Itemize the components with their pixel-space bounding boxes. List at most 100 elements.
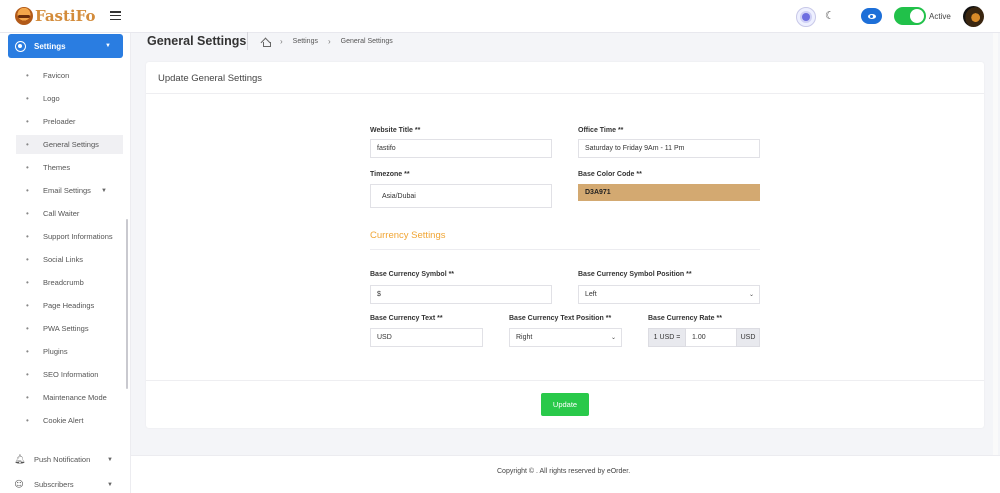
currency-symbol-position-select[interactable]: Left ⌄ (578, 285, 760, 304)
chevron-down-icon: ⌄ (610, 335, 616, 341)
website-title-label: Website Title ** (370, 127, 421, 134)
timezone-select[interactable]: Asia/Dubai (370, 184, 552, 208)
sidebar-item-page-headings[interactable]: • Page Headings (16, 296, 123, 315)
currency-rate-label: Base Currency Rate ** (648, 315, 722, 322)
status-label: Active (929, 12, 951, 21)
sidebar-item-label: Favicon (43, 71, 70, 80)
sidebar-item-label: Call Waiter (43, 209, 80, 218)
settings-card: Update General Settings Website Title **… (146, 62, 984, 428)
sidebar-item-label: Push Notification (34, 455, 91, 464)
currency-text-label: Base Currency Text ** (370, 315, 443, 322)
gear-icon (15, 40, 26, 52)
sidebar-scrollbar[interactable] (126, 219, 128, 389)
card-header: Update General Settings (146, 62, 984, 94)
sidebar-item-pwa-settings[interactable]: • PWA Settings (16, 319, 123, 338)
sidebar-item-label: Page Headings (43, 301, 95, 310)
sidebar-item-social-links[interactable]: • Social Links (16, 250, 123, 269)
users-icon: ☺ (14, 479, 24, 490)
base-color-input[interactable]: D3A971 (578, 184, 760, 201)
title-divider (247, 32, 248, 50)
bell-icon: 🔔︎ (14, 454, 26, 465)
sidebar-item-favicon[interactable]: • Favicon (16, 66, 123, 85)
sidebar-item-label: Cookie Alert (43, 416, 84, 425)
select-value: Right (516, 334, 533, 341)
currency-text-position-select[interactable]: Right ⌄ (509, 328, 622, 347)
breadcrumb-settings[interactable]: Settings (293, 38, 318, 45)
page-footer: Copyright © . All rights reserved by eOr… (131, 455, 1000, 493)
theme-light-button[interactable] (796, 7, 816, 27)
sidebar-item-themes[interactable]: • Themes (16, 158, 123, 177)
chevron-down-icon: ▼ (105, 43, 111, 49)
chevron-down-icon: ⌄ (748, 292, 754, 298)
chevron-down-icon: ▼ (107, 456, 113, 463)
copyright-text: Copyright © . All rights reserved by eOr… (497, 468, 631, 475)
brand-logo[interactable]: FastiFo (15, 7, 95, 25)
currency-rate-input[interactable]: 1.00 (686, 328, 736, 347)
sun-icon (802, 13, 810, 21)
currency-symbol-label: Base Currency Symbol ** (370, 271, 455, 278)
currency-settings-heading: Currency Settings (370, 230, 446, 241)
home-icon[interactable] (261, 38, 271, 47)
sidebar-item-label: Support Informations (43, 232, 113, 241)
sidebar-item-label: PWA Settings (43, 324, 89, 333)
status-toggle[interactable] (894, 7, 926, 25)
user-avatar[interactable] (963, 6, 984, 27)
sidebar-item-settings[interactable]: Settings ▼ (8, 34, 123, 58)
sidebar-item-logo[interactable]: • Logo (16, 89, 123, 108)
update-button[interactable]: Update (541, 393, 589, 416)
sidebar-item-label: Subscribers (34, 480, 74, 489)
currency-rate-suffix: USD (736, 328, 760, 347)
sidebar-item-seo-information[interactable]: • SEO Information (16, 365, 123, 384)
sidebar-item-label: Social Links (43, 255, 84, 264)
office-time-label: Office Time ** (578, 127, 624, 134)
sidebar-item-label: Breadcrumb (43, 278, 84, 287)
sidebar-item-email-settings[interactable]: • Email Settings ▼ (16, 181, 123, 200)
chevron-down-icon: ▼ (101, 187, 107, 194)
sidebar-item-label: SEO Information (43, 370, 99, 379)
moon-icon[interactable]: ☾ (825, 9, 835, 22)
sidebar-item-plugins[interactable]: • Plugins (16, 342, 123, 361)
sidebar-item-maintenance-mode[interactable]: • Maintenance Mode (16, 388, 123, 407)
base-color-label: Base Color Code ** (578, 171, 642, 178)
currency-symbol-input[interactable]: $ (370, 285, 552, 304)
sidebar-item-label: Themes (43, 163, 71, 172)
select-value: Left (585, 291, 597, 298)
chevron-right-icon: › (327, 37, 331, 46)
sidebar-item-label: General Settings (43, 140, 99, 149)
currency-text-position-label: Base Currency Text Position ** (509, 315, 612, 322)
sidebar-item-subscribers[interactable]: ☺ Subscribers ▼ (14, 475, 123, 493)
sidebar-item-preloader[interactable]: • Preloader (16, 112, 123, 131)
chevron-down-icon: ▼ (107, 481, 113, 488)
sidebar-item-call-waiter[interactable]: • Call Waiter (16, 204, 123, 223)
top-bar: FastiFo ☾ Active (0, 0, 1000, 33)
eye-icon (867, 13, 876, 19)
sidebar-item-label: Logo (43, 94, 60, 103)
page-scrollbar[interactable] (993, 33, 998, 455)
sidebar-item-breadcrumb[interactable]: • Breadcrumb (16, 273, 123, 292)
website-title-input[interactable]: fastifo (370, 139, 552, 158)
sidebar-item-support-informations[interactable]: • Support Informations (16, 227, 123, 246)
currency-rate-prefix[interactable]: 1 USD = (648, 328, 686, 347)
page-title: General Settings (147, 34, 247, 48)
menu-toggle-icon[interactable] (110, 11, 121, 21)
sidebar-item-label: Maintenance Mode (43, 393, 107, 402)
card-footer-divider (146, 380, 984, 381)
sidebar-item-label: Settings (34, 41, 66, 51)
sidebar-item-push-notification[interactable]: 🔔︎ Push Notification ▼ (14, 450, 123, 469)
currency-symbol-position-label: Base Currency Symbol Position ** (578, 271, 692, 278)
sidebar-item-general-settings[interactable]: • General Settings (16, 135, 123, 154)
view-site-button[interactable] (861, 8, 882, 24)
burger-logo-icon (15, 7, 33, 25)
brand-name: FastiFo (35, 7, 96, 25)
sidebar-item-label: Preloader (43, 117, 76, 126)
sidebar-item-label: Plugins (43, 347, 68, 356)
breadcrumb: › Settings › General Settings (261, 37, 403, 47)
sidebar: Settings ▼ • Favicon • Logo • Preloader • Ge… (0, 33, 131, 493)
sidebar-item-cookie-alert[interactable]: • Cookie Alert (16, 411, 123, 430)
currency-text-input[interactable]: USD (370, 328, 483, 347)
breadcrumb-general-settings: General Settings (340, 38, 393, 45)
office-time-input[interactable]: Saturday to Friday 9Am - 11 Pm (578, 139, 760, 158)
card-title: Update General Settings (158, 73, 263, 84)
timezone-label: Timezone ** (370, 171, 410, 178)
section-divider (370, 249, 760, 250)
